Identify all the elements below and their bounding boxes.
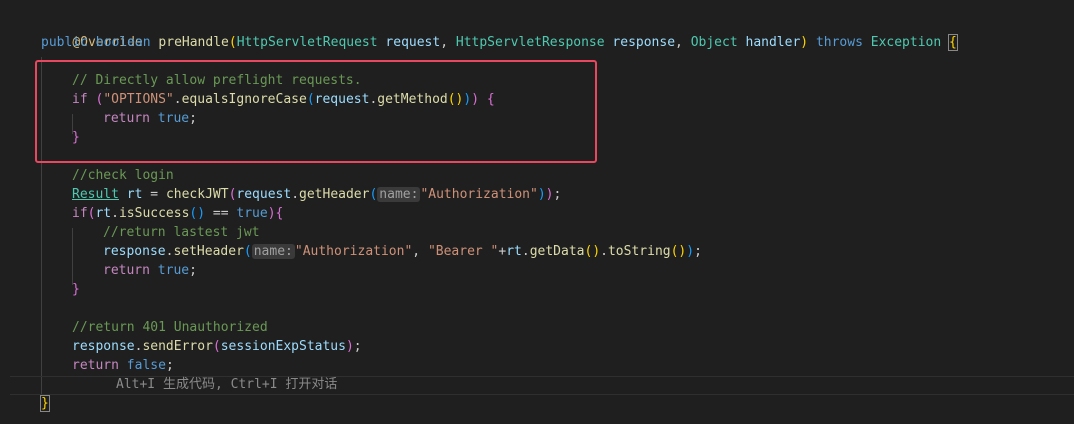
code-line[interactable]: Alt+I 生成代码, Ctrl+I 打开对话: [0, 375, 1074, 394]
code-line[interactable]: return false;: [0, 356, 1074, 375]
punctuation: .: [291, 187, 300, 202]
variable: response: [72, 339, 135, 354]
bracket: (: [243, 244, 252, 259]
bracket: ): [545, 187, 554, 202]
parameter-hint: name:: [377, 187, 421, 202]
code-line[interactable]: @Override: [0, 14, 1074, 50]
keyword: public: [41, 35, 88, 50]
punctuation: ,: [675, 35, 683, 50]
bracket: ): [345, 339, 354, 354]
bracket: (: [228, 35, 237, 50]
param-name: response: [612, 35, 676, 50]
code-line[interactable]: //check login: [0, 166, 1074, 185]
code-line[interactable]: }: [0, 394, 1074, 413]
type-name: HttpServletResponse: [455, 35, 605, 50]
keyword: true: [236, 206, 268, 221]
variable: request: [236, 187, 292, 202]
keyword: return: [103, 263, 150, 278]
code-line[interactable]: if(rt.isSuccess() == true){: [0, 204, 1074, 223]
string-literal: "Authorization": [294, 244, 413, 259]
punctuation: .: [111, 206, 119, 221]
punctuation: ,: [440, 35, 449, 50]
bracket: (: [212, 339, 221, 354]
keyword: if: [72, 206, 88, 221]
bracket: }: [72, 282, 80, 297]
punctuation: ;: [694, 244, 702, 259]
method-call: getHeader: [299, 187, 370, 202]
variable: rt: [506, 244, 522, 259]
code-line[interactable]: //return lastest jwt: [0, 223, 1074, 242]
punctuation: .: [521, 244, 530, 259]
bracket: ): [537, 187, 546, 202]
bracket: (): [189, 206, 206, 221]
method-name: preHandle: [158, 35, 229, 50]
comment: //return 401 Unauthorized: [72, 320, 268, 335]
code-line[interactable]: //return 401 Unauthorized: [0, 318, 1074, 337]
method-call: sendError: [142, 339, 213, 354]
method-call: isSuccess: [118, 206, 190, 221]
type-name: HttpServletRequest: [236, 35, 378, 50]
code-line[interactable]: return true;: [0, 261, 1074, 280]
code-editor[interactable]: @Override public boolean preHandle(HttpS…: [0, 0, 1074, 424]
bracket: (): [670, 244, 687, 259]
punctuation: ;: [189, 263, 197, 278]
bracket: (): [584, 244, 601, 259]
variable: sessionExpStatus: [220, 339, 346, 354]
bracket: {: [275, 206, 284, 221]
keyword: true: [157, 263, 190, 278]
variable: rt: [95, 206, 112, 221]
keyword: false: [126, 358, 166, 373]
punctuation: ;: [353, 339, 362, 354]
punctuation: ,: [412, 244, 421, 259]
keyword: throws: [815, 35, 863, 50]
bracket: ): [800, 35, 809, 50]
keyword: boolean: [95, 35, 151, 50]
parameter-hint: name:: [251, 244, 295, 259]
method-call: getData: [529, 244, 585, 259]
variable: response: [103, 244, 166, 259]
string-literal: "Bearer ": [427, 244, 499, 259]
bracket: ): [686, 244, 695, 259]
method-call: toString: [607, 244, 671, 259]
code-line[interactable]: response. setHeader(name: "Authorization",…: [0, 242, 1074, 261]
variable: rt: [126, 187, 143, 202]
code-line[interactable]: public boolean preHandle(HttpServletRequ…: [0, 33, 1074, 52]
ai-hint: Alt+I 生成代码, Ctrl+I 打开对话: [116, 377, 338, 392]
keyword: return: [72, 358, 119, 373]
bracket: {: [948, 34, 958, 51]
punctuation: ;: [553, 187, 562, 202]
code-line[interactable]: }: [0, 280, 1074, 299]
code-line[interactable]: response.sendError(sessionExpStatus);: [0, 337, 1074, 356]
bracket: }: [40, 395, 50, 412]
highlight-box: [35, 60, 597, 163]
type-name[interactable]: Result: [72, 187, 119, 202]
bracket: ): [267, 206, 276, 221]
operator: =: [150, 187, 159, 202]
operator: ==: [212, 206, 229, 221]
comment: //check login: [72, 168, 174, 183]
punctuation: .: [600, 244, 608, 259]
string-literal: "Authorization": [420, 187, 538, 202]
punctuation: ;: [165, 358, 174, 373]
param-name: request: [385, 35, 441, 50]
type-name: Exception: [870, 35, 942, 50]
comment: //return lastest jwt: [103, 225, 260, 240]
method-call: setHeader: [173, 244, 244, 259]
param-name: handler: [745, 35, 801, 50]
code-line[interactable]: Result rt = checkJWT(request.getHeader(n…: [0, 185, 1074, 204]
type-name: Object: [690, 35, 738, 50]
method-call: checkJWT: [165, 187, 229, 202]
